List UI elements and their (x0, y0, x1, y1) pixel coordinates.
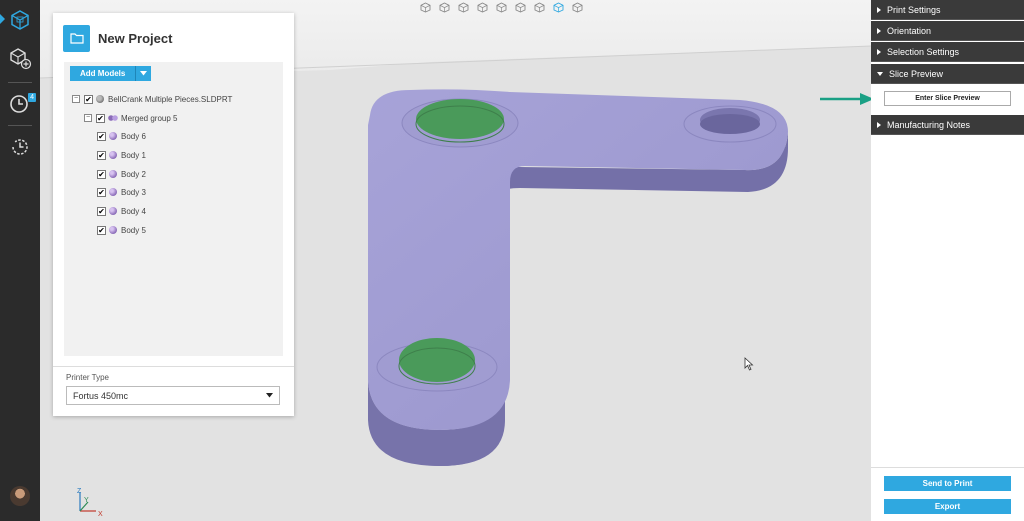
expand-arrow-icon (877, 27, 881, 34)
tree-body-row[interactable]: ✔ Body 5 (97, 223, 146, 237)
body-label: Body 5 (121, 225, 146, 235)
body-label: Body 3 (121, 187, 146, 197)
body-icon (109, 207, 117, 215)
expand-arrow-icon (877, 121, 881, 128)
tree-root-row[interactable]: − ✔ BellCrank Multiple Pieces.SLDPRT (72, 92, 232, 106)
folder-icon (63, 24, 90, 52)
add-models-dropdown[interactable] (136, 66, 152, 81)
rail-divider (8, 82, 32, 83)
enter-slice-preview-button[interactable]: Enter Slice Preview (884, 91, 1011, 106)
body-icon (109, 188, 117, 196)
divider (871, 467, 1024, 468)
body-label: Body 6 (121, 131, 146, 141)
collapse-icon[interactable]: − (72, 95, 80, 103)
axis-triad: Z Y X (77, 488, 103, 518)
body-checkbox[interactable]: ✔ (97, 187, 106, 197)
project-title[interactable]: New Project (98, 31, 172, 46)
printer-type-select[interactable]: Fortus 450mc (66, 386, 280, 405)
section-selection-settings[interactable]: Selection Settings (871, 42, 1024, 62)
root-checkbox[interactable]: ✔ (84, 94, 93, 104)
body-icon (109, 132, 117, 140)
expand-arrow-icon (877, 48, 881, 55)
section-label: Slice Preview (889, 68, 944, 79)
left-view-icon[interactable] (456, 0, 471, 14)
project-panel: New Project Add Models − ✔ BellCrank Mul… (53, 13, 294, 416)
section-label: Selection Settings (887, 46, 960, 57)
section-print-settings[interactable]: Print Settings (871, 0, 1024, 20)
collapse-icon[interactable]: − (84, 114, 92, 122)
mouse-cursor-icon (744, 357, 754, 371)
zoom-view-icon[interactable] (570, 0, 585, 14)
merged-group-icon (108, 114, 118, 122)
annotation-arrow-icon (820, 93, 874, 105)
chevron-down-icon (266, 393, 273, 398)
body-icon (109, 226, 117, 234)
section-label: Manufacturing Notes (887, 119, 971, 130)
printer-type-label: Printer Type (66, 373, 109, 382)
queue-icon[interactable]: 4 (4, 88, 36, 120)
body-checkbox[interactable]: ✔ (97, 131, 106, 141)
printer-type-value: Fortus 450mc (73, 390, 129, 401)
add-part-icon[interactable] (4, 42, 36, 74)
add-models-split-button: Add Models (70, 66, 152, 81)
view-toolbar (418, 0, 585, 16)
axis-z-label: Z (77, 488, 82, 495)
project-header: New Project (53, 13, 294, 63)
body-icon (109, 170, 117, 178)
section-manufacturing-notes[interactable]: Manufacturing Notes (871, 115, 1024, 135)
tree-body-row[interactable]: ✔ Body 6 (97, 129, 146, 143)
tree-root-label: BellCrank Multiple Pieces.SLDPRT (108, 94, 233, 104)
model-tree-area: Add Models − ✔ BellCrank Multiple Pieces… (64, 62, 283, 356)
tree-body-row[interactable]: ✔ Body 1 (97, 148, 146, 162)
queue-count-badge: 4 (28, 93, 36, 102)
body-label: Body 4 (121, 206, 146, 216)
group-checkbox[interactable]: ✔ (96, 113, 105, 123)
back-view-icon[interactable] (437, 0, 452, 14)
history-icon[interactable] (4, 131, 36, 163)
collapse-arrow-icon (877, 71, 883, 76)
right-view-icon[interactable] (475, 0, 490, 14)
iso-view-icon[interactable] (532, 0, 547, 14)
axis-x-label: X (98, 511, 103, 518)
part-file-icon (96, 95, 104, 103)
chevron-down-icon (140, 71, 148, 76)
expand-arrow-icon (877, 6, 881, 13)
tree-body-row[interactable]: ✔ Body 2 (97, 167, 146, 181)
build-prep-icon[interactable] (4, 4, 36, 36)
body-icon (109, 151, 117, 159)
user-avatar[interactable] (10, 486, 30, 506)
section-orientation[interactable]: Orientation (871, 21, 1024, 41)
tree-body-row[interactable]: ✔ Body 4 (97, 204, 146, 218)
left-rail: 4 (0, 0, 40, 521)
add-models-button[interactable]: Add Models (70, 66, 137, 81)
section-label: Print Settings (887, 4, 941, 15)
body-checkbox[interactable]: ✔ (97, 150, 106, 160)
body-checkbox[interactable]: ✔ (97, 206, 106, 216)
send-to-print-button[interactable]: Send to Print (884, 476, 1011, 491)
divider (53, 366, 294, 367)
section-slice-preview[interactable]: Slice Preview (871, 64, 1024, 84)
top-view-icon[interactable] (494, 0, 509, 14)
body-checkbox[interactable]: ✔ (97, 169, 106, 179)
body-label: Body 2 (121, 169, 146, 179)
right-settings-panel: Print Settings Orientation Selection Set… (871, 0, 1024, 521)
section-label: Orientation (887, 25, 932, 36)
body-checkbox[interactable]: ✔ (97, 225, 106, 235)
axis-y-label: Y (84, 497, 89, 504)
tree-group-row[interactable]: − ✔ Merged group 5 (84, 111, 177, 125)
rail-divider (8, 125, 32, 126)
tree-group-label: Merged group 5 (121, 113, 178, 123)
fit-view-icon[interactable] (551, 0, 566, 14)
tree-body-row[interactable]: ✔ Body 3 (97, 185, 146, 199)
bottom-view-icon[interactable] (513, 0, 528, 14)
body-label: Body 1 (121, 150, 146, 160)
export-button[interactable]: Export (884, 499, 1011, 514)
front-view-icon[interactable] (418, 0, 433, 14)
